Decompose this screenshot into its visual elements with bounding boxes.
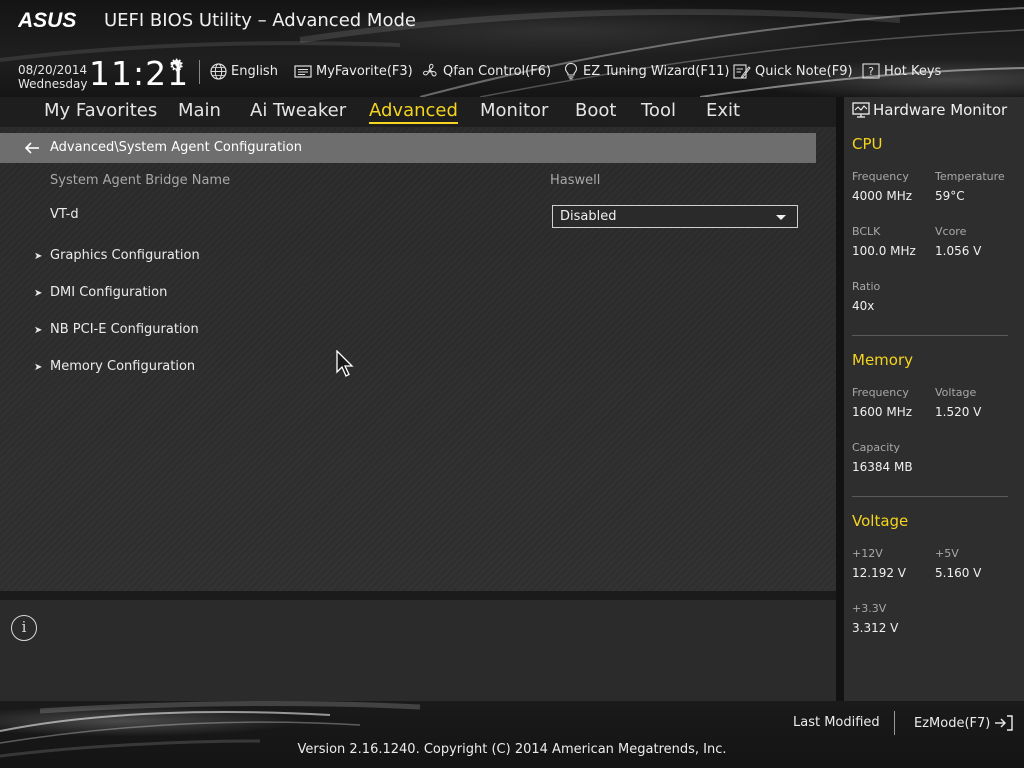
version-copyright: Version 2.16.1240. Copyright (C) 2014 Am… — [297, 742, 727, 757]
language-label: English — [231, 63, 278, 79]
bclk-label: BCLK — [852, 225, 881, 238]
tab-monitor[interactable]: Monitor — [480, 100, 548, 121]
back-arrow-icon[interactable] — [24, 141, 40, 155]
section-divider — [852, 496, 1008, 497]
memory-frequency-value: 1600 MHz — [852, 405, 913, 419]
last-modified-button[interactable]: Last Modified — [793, 715, 880, 730]
favorite-list-icon — [294, 64, 312, 78]
header-separator — [199, 60, 200, 84]
v12-label: +12V — [852, 547, 883, 560]
vtd-label: VT-d — [50, 207, 79, 222]
ratio-value: 40x — [852, 299, 875, 313]
chevron-down-icon — [776, 215, 786, 220]
section-divider — [852, 335, 1008, 336]
cpu-frequency-value: 4000 MHz — [852, 189, 913, 203]
tab-tool[interactable]: Tool — [641, 100, 676, 121]
tab-exit[interactable]: Exit — [706, 100, 740, 121]
bridge-name-value: Haswell — [550, 173, 601, 188]
breadcrumb-path: Advanced\System Agent Configuration — [50, 140, 302, 155]
submenu-label: Memory Configuration — [50, 359, 196, 374]
tab-ai-tweaker[interactable]: Ai Tweaker — [250, 100, 346, 121]
memory-voltage-label: Voltage — [935, 386, 977, 399]
tab-advanced[interactable]: Advanced — [369, 100, 458, 124]
submenu-label: NB PCI-E Configuration — [50, 322, 199, 337]
clock-settings-gear-icon[interactable]: ⚙ — [169, 56, 184, 76]
note-pencil-icon — [733, 63, 751, 79]
ezmode-button[interactable]: EzMode(F7) — [914, 715, 1014, 731]
ez-tuning-wizard-button[interactable]: EZ Tuning Wizard(F11) — [563, 62, 729, 80]
qfan-control-label: Qfan Control(F6) — [443, 63, 552, 79]
globe-icon — [210, 62, 227, 80]
mouse-cursor-icon — [336, 350, 354, 377]
vcore-value: 1.056 V — [935, 244, 982, 258]
quick-note-label: Quick Note(F9) — [755, 63, 853, 79]
hardware-monitor-title: Hardware Monitor — [873, 101, 1008, 119]
hardware-monitor-header: Hardware Monitor — [844, 97, 1024, 122]
submenu-arrow-icon: ➤ — [34, 251, 43, 262]
ez-tuning-wizard-label: EZ Tuning Wizard(F11) — [583, 63, 730, 79]
memory-capacity-label: Capacity — [852, 441, 901, 454]
vtd-selected-value: Disabled — [560, 209, 617, 224]
svg-text:ASUS: ASUS — [18, 9, 76, 31]
submenu-label: Graphics Configuration — [50, 248, 200, 263]
lightbulb-icon — [564, 62, 578, 80]
weekday-text: Wednesday — [18, 77, 88, 91]
fan-icon — [423, 63, 437, 77]
cpu-heading: CPU — [852, 135, 883, 153]
panel-divider — [836, 97, 844, 701]
breadcrumb: Advanced\System Agent Configuration — [0, 133, 816, 163]
qfan-control-button[interactable]: Qfan Control(F6) — [421, 62, 551, 80]
date-text: 08/20/2014 — [18, 63, 88, 77]
cpu-frequency-label: Frequency — [852, 170, 909, 183]
quick-note-button[interactable]: Quick Note(F9) — [733, 62, 853, 80]
question-key-icon: ? — [862, 63, 880, 79]
submenu-label: DMI Configuration — [50, 285, 168, 300]
info-icon: i — [11, 615, 37, 641]
tab-boot[interactable]: Boot — [575, 100, 616, 121]
monitor-icon — [852, 102, 870, 118]
cpu-temperature-value: 59°C — [935, 189, 965, 203]
exit-arrow-icon — [995, 715, 1014, 731]
footer-bar: Last Modified EzMode(F7) Version 2.16.12… — [0, 701, 1024, 768]
v5-label: +5V — [935, 547, 959, 560]
vcore-label: Vcore — [935, 225, 967, 238]
my-favorite-label: MyFavorite(F3) — [316, 63, 413, 79]
footer-separator — [894, 711, 895, 735]
ezmode-label: EzMode(F7) — [914, 715, 991, 731]
cpu-temperature-label: Temperature — [935, 170, 1005, 183]
v12-value: 12.192 V — [852, 566, 907, 580]
svg-text:?: ? — [868, 65, 874, 78]
my-favorite-button[interactable]: MyFavorite(F3) — [294, 62, 413, 80]
submenu-arrow-icon: ➤ — [34, 288, 43, 299]
v5-value: 5.160 V — [935, 566, 982, 580]
ratio-label: Ratio — [852, 280, 881, 293]
date-display: 08/20/2014 Wednesday — [18, 63, 87, 91]
submenu-arrow-icon: ➤ — [34, 325, 43, 336]
header-bar: ASUS UEFI BIOS Utility – Advanced Mode 0… — [0, 0, 1024, 97]
language-button[interactable]: English — [210, 62, 278, 80]
v33-label: +3.3V — [852, 602, 887, 615]
footer-swoosh-decoration — [0, 701, 421, 758]
settings-panel: Advanced\System Agent Configuration Syst… — [0, 127, 836, 591]
tab-main[interactable]: Main — [178, 100, 221, 121]
app-title: UEFI BIOS Utility – Advanced Mode — [104, 10, 416, 31]
memory-voltage-value: 1.520 V — [935, 405, 982, 419]
help-info-panel: i — [0, 600, 836, 701]
memory-frequency-label: Frequency — [852, 386, 909, 399]
tab-my-favorites[interactable]: My Favorites — [44, 100, 157, 121]
hot-keys-button[interactable]: ? Hot Keys — [862, 62, 941, 80]
memory-heading: Memory — [852, 351, 914, 369]
hardware-monitor-panel: Hardware Monitor CPU Frequency Temperatu… — [844, 97, 1024, 701]
bclk-value: 100.0 MHz — [852, 244, 916, 258]
submenu-arrow-icon: ➤ — [34, 362, 43, 373]
memory-capacity-value: 16384 MB — [852, 460, 913, 474]
hot-keys-label: Hot Keys — [884, 63, 942, 79]
asus-logo: ASUS — [18, 9, 76, 31]
voltage-heading: Voltage — [852, 512, 909, 530]
vtd-select[interactable]: Disabled — [552, 205, 798, 228]
main-menu-bar: My Favorites Main Ai Tweaker Advanced Mo… — [0, 97, 836, 127]
v33-value: 3.312 V — [852, 621, 899, 635]
bridge-name-label: System Agent Bridge Name — [50, 173, 231, 188]
